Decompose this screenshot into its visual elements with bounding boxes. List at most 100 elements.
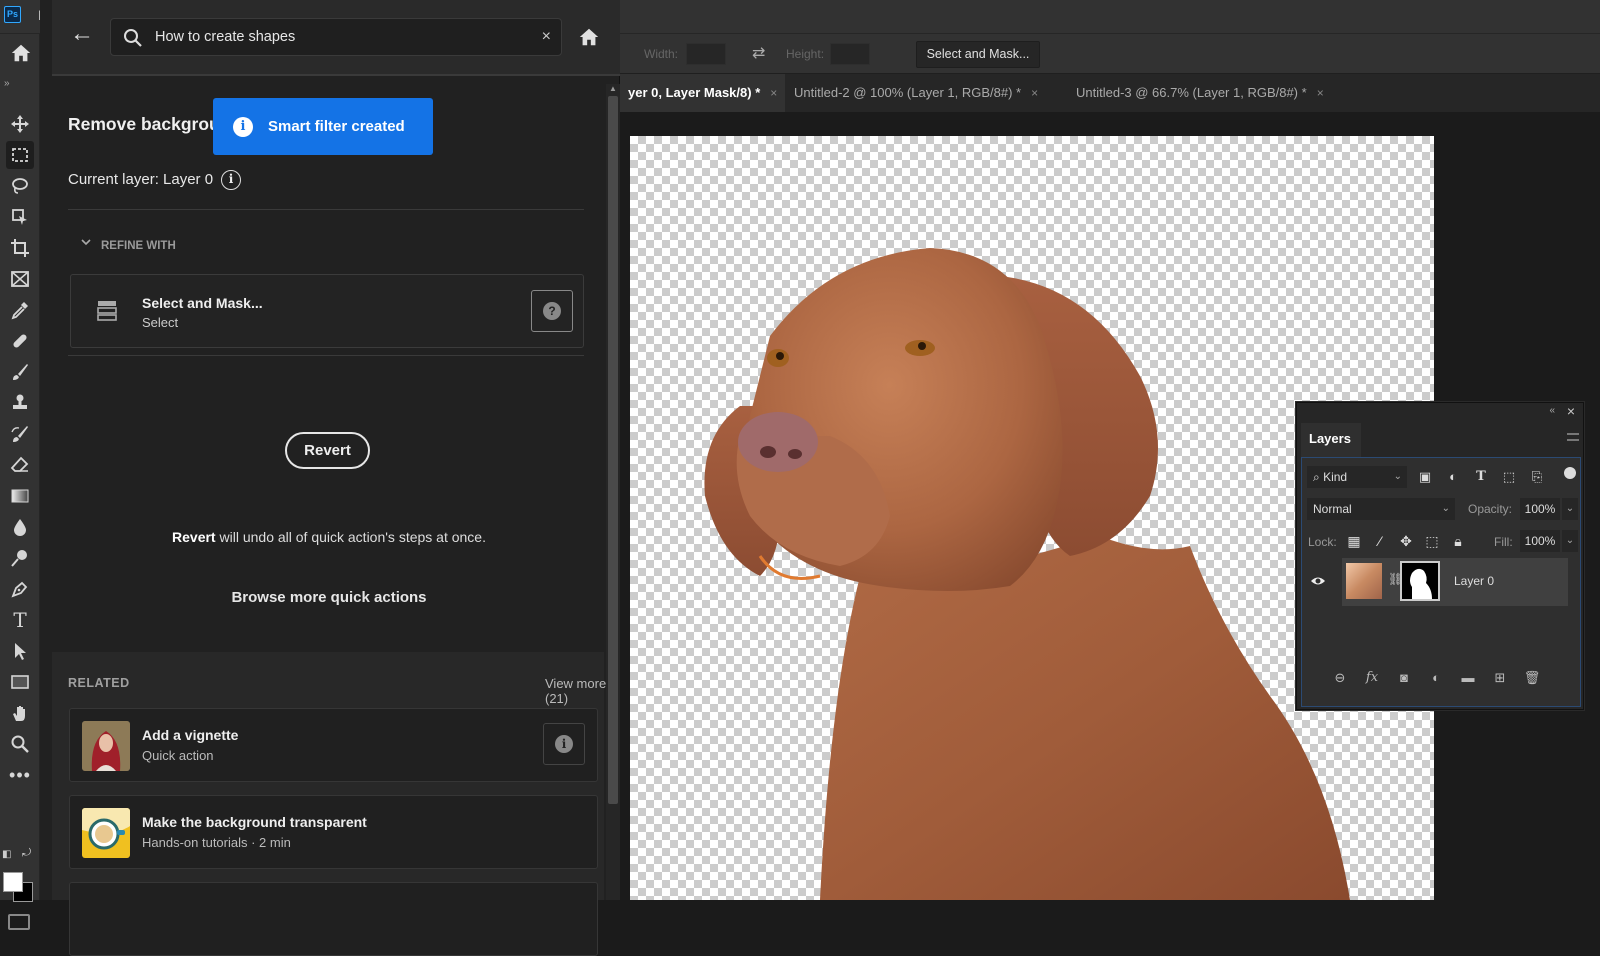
move-tool[interactable]: [6, 110, 34, 138]
default-colors-icon[interactable]: ◧: [2, 849, 11, 860]
related-header: RELATED: [68, 676, 130, 690]
blend-mode-select[interactable]: Normal ⌄: [1307, 498, 1455, 520]
layers-tab[interactable]: Layers: [1301, 423, 1361, 457]
browse-more-quick-actions-link[interactable]: Browse more quick actions: [40, 589, 618, 606]
marquee-tool[interactable]: [6, 141, 34, 169]
magnifier-icon: [11, 735, 29, 753]
layers-panel-header: « ×: [1297, 403, 1583, 423]
adjustment-layer-icon[interactable]: ◐: [1426, 668, 1446, 688]
collapse-panel-icon[interactable]: «: [1549, 405, 1555, 416]
search-input[interactable]: [155, 19, 525, 55]
search-box[interactable]: ×: [110, 18, 562, 56]
height-input[interactable]: [830, 43, 870, 65]
pixel-filter-icon[interactable]: ▣: [1414, 466, 1436, 488]
home-icon[interactable]: [10, 42, 32, 64]
close-panel-icon[interactable]: ×: [1567, 403, 1575, 419]
more-tools[interactable]: •••: [6, 761, 34, 789]
doc-tab-untitled-2[interactable]: Untitled-2 @ 100% (Layer 1, RGB/8#) * ×: [786, 74, 1046, 112]
pen-tool[interactable]: [6, 575, 34, 603]
doc-tab-untitled-3[interactable]: Untitled-3 @ 66.7% (Layer 1, RGB/8#) * ×: [1068, 74, 1332, 112]
related-item[interactable]: Add a vignette Quick action i: [69, 708, 598, 782]
eraser-tool[interactable]: [6, 451, 34, 479]
fx-icon[interactable]: fx: [1362, 668, 1382, 688]
foreground-color-swatch[interactable]: [3, 872, 23, 892]
expand-toolbar-icon[interactable]: »: [4, 78, 10, 89]
swap-dimensions-icon[interactable]: ⇄: [752, 43, 765, 63]
revert-button[interactable]: Revert: [285, 432, 370, 469]
crop-tool[interactable]: [6, 234, 34, 262]
layer-name: Layer 0: [1454, 574, 1495, 588]
frame-tool[interactable]: [6, 265, 34, 293]
lock-image-pixels-icon[interactable]: ⁄: [1370, 531, 1390, 551]
quick-mask-icon[interactable]: [8, 914, 30, 930]
dodge-tool[interactable]: [6, 544, 34, 572]
type-tool[interactable]: T: [6, 606, 34, 634]
view-more-link[interactable]: View more (21): [545, 676, 619, 706]
type-filter-icon[interactable]: T: [1470, 466, 1492, 488]
clear-search-icon[interactable]: ×: [542, 28, 551, 46]
filter-toggle[interactable]: [1564, 467, 1576, 479]
eyedropper-tool[interactable]: [6, 296, 34, 324]
object-selection-tool[interactable]: [6, 203, 34, 231]
panel-scrollbar[interactable]: ▲: [606, 84, 620, 900]
opacity-dropdown-icon[interactable]: ⌄: [1562, 498, 1578, 520]
panel-menu-icon[interactable]: [1567, 433, 1579, 441]
refine-with-header[interactable]: REFINE WITH: [101, 240, 176, 252]
back-arrow-icon[interactable]: ←: [70, 22, 94, 46]
folder-icon[interactable]: ▬: [1458, 668, 1478, 688]
scroll-up-icon[interactable]: ▲: [609, 84, 617, 93]
zoom-tool[interactable]: [6, 730, 34, 758]
info-button[interactable]: i: [543, 723, 585, 765]
select-and-mask-card[interactable]: Select and Mask... Select ?: [70, 274, 584, 348]
layer-thumbnail: [1346, 563, 1382, 599]
lock-artboard-icon[interactable]: ⬚: [1422, 531, 1442, 551]
opacity-input[interactable]: 100%: [1520, 498, 1560, 520]
lock-transparent-pixels-icon[interactable]: ▦: [1344, 531, 1364, 551]
lasso-tool[interactable]: [6, 172, 34, 200]
width-input[interactable]: [686, 43, 726, 65]
chevron-down-icon[interactable]: [80, 236, 92, 251]
new-layer-icon[interactable]: ⊞: [1490, 668, 1510, 688]
select-and-mask-button[interactable]: Select and Mask...: [916, 41, 1040, 68]
doc-tab-active[interactable]: yer 0, Layer Mask/8) * ×: [620, 74, 786, 112]
close-tab-icon[interactable]: ×: [770, 86, 777, 100]
rectangle-tool[interactable]: [6, 668, 34, 696]
hand-icon: [13, 706, 25, 721]
close-tab-icon[interactable]: ×: [1031, 86, 1038, 100]
home-icon[interactable]: [578, 26, 600, 48]
dog-body: [820, 536, 1350, 900]
fill-input[interactable]: 100%: [1520, 530, 1560, 552]
clone-stamp-tool[interactable]: [6, 389, 34, 417]
fill-dropdown-icon[interactable]: ⌄: [1562, 530, 1578, 552]
layer-mask-thumbnail[interactable]: [1400, 561, 1440, 601]
info-icon[interactable]: i: [221, 170, 241, 190]
add-mask-icon[interactable]: ◙: [1394, 668, 1414, 688]
shape-filter-icon[interactable]: ⬚: [1498, 466, 1520, 488]
related-item[interactable]: [69, 882, 598, 956]
link-layers-icon[interactable]: ⊖: [1330, 668, 1350, 688]
smart-object-filter-icon[interactable]: ⎘: [1526, 466, 1548, 488]
gradient-tool[interactable]: [6, 482, 34, 510]
search-icon: ⌕: [1313, 470, 1324, 484]
lock-position-icon[interactable]: ✥: [1396, 531, 1416, 551]
history-brush-tool[interactable]: [6, 420, 34, 448]
related-item[interactable]: Make the background transparent Hands-on…: [69, 795, 598, 869]
layer-row[interactable]: ⛓ Layer 0: [1342, 558, 1568, 606]
swap-colors-icon[interactable]: ⤾: [22, 847, 31, 860]
height-label: Height:: [786, 47, 825, 61]
move-icon: [11, 115, 29, 133]
eye-icon[interactable]: [1310, 573, 1326, 589]
healing-brush-tool[interactable]: [6, 327, 34, 355]
filter-kind-select[interactable]: ⌕ Kind ⌄: [1307, 466, 1407, 488]
trash-icon[interactable]: 🗑︎: [1522, 668, 1542, 688]
hand-tool[interactable]: [6, 699, 34, 727]
toast-message: Smart filter created: [268, 118, 405, 135]
blur-tool[interactable]: [6, 513, 34, 541]
path-selection-tool[interactable]: [6, 637, 34, 665]
lock-all-icon[interactable]: 🔒︎: [1448, 531, 1468, 551]
brush-tool[interactable]: [6, 358, 34, 386]
adjustment-filter-icon[interactable]: ◐: [1442, 466, 1464, 488]
close-tab-icon[interactable]: ×: [1317, 86, 1324, 100]
pen-icon: [11, 581, 28, 598]
help-button[interactable]: ?: [531, 290, 573, 332]
